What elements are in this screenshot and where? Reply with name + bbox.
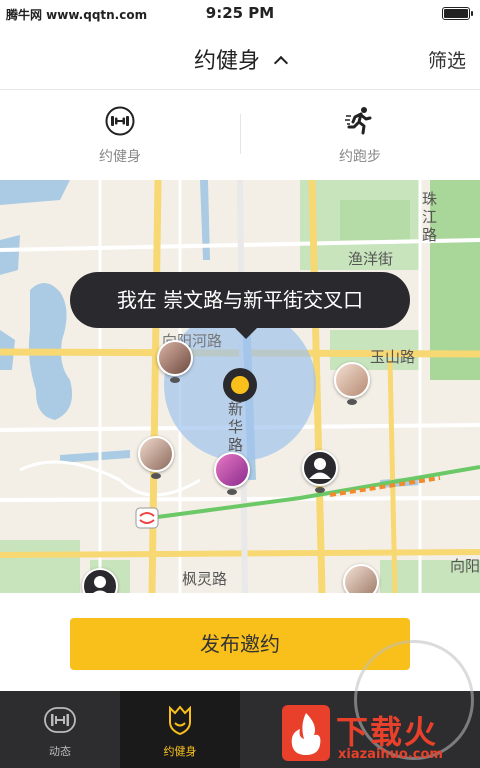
user-pin[interactable] bbox=[138, 436, 174, 482]
map-canvas bbox=[0, 180, 480, 593]
user-pin[interactable] bbox=[82, 568, 118, 593]
publish-invite-button[interactable]: 发布邀约 bbox=[70, 618, 410, 670]
dumbbell-icon bbox=[44, 707, 76, 733]
avatar bbox=[157, 340, 193, 376]
user-pin[interactable] bbox=[157, 340, 193, 386]
location-bubble: 我在 崇文路与新平街交叉口 bbox=[70, 272, 410, 339]
nav-title-dropdown[interactable]: 约健身 bbox=[0, 43, 480, 75]
road-label-xinhua: 新华路 bbox=[228, 400, 244, 454]
road-label-yuyang: 渔洋街 bbox=[348, 250, 394, 268]
shield-crown-icon bbox=[169, 705, 191, 735]
tab-fitness-label: 约健身 bbox=[163, 745, 197, 758]
map-view[interactable]: 珠江路 渔洋街 向阳河路 玉山路 新华路 枫灵路 向阳 我在 崇文路与新平街交叉… bbox=[0, 180, 480, 593]
status-bar: 腾牛网 www.qqtn.com 9:25 PM bbox=[0, 0, 480, 26]
filter-button[interactable]: 筛选 bbox=[428, 46, 466, 73]
road-label-xiangyang: 向阳 bbox=[450, 557, 480, 575]
page-title: 约健身 bbox=[193, 49, 260, 74]
avatar bbox=[214, 452, 250, 488]
user-pin[interactable] bbox=[334, 362, 370, 408]
mode-fitness-label: 约健身 bbox=[99, 149, 141, 165]
mode-fitness[interactable]: 约健身 bbox=[0, 90, 240, 180]
status-time: 9:25 PM bbox=[205, 4, 275, 22]
battery-icon bbox=[442, 7, 473, 20]
road-label-yushan: 玉山路 bbox=[370, 348, 416, 366]
watermark-logo-url: xiazaihuo.com bbox=[338, 747, 443, 762]
tab-fitness[interactable]: 约健身 bbox=[120, 691, 240, 768]
watermark-logo: 下载火 xiazaihuo.com bbox=[282, 705, 478, 765]
avatar bbox=[334, 362, 370, 398]
chevron-up-icon bbox=[273, 55, 289, 71]
dumbbell-icon bbox=[105, 106, 135, 136]
avatar bbox=[343, 564, 379, 593]
road-label-zhujiang: 珠江路 bbox=[422, 190, 438, 244]
default-avatar-icon bbox=[82, 568, 118, 593]
tab-feed-label: 动态 bbox=[49, 745, 71, 758]
road-label-fengling: 枫灵路 bbox=[182, 570, 228, 588]
mode-running[interactable]: 约跑步 bbox=[240, 90, 480, 180]
user-pin[interactable] bbox=[214, 452, 250, 498]
mode-running-label: 约跑步 bbox=[339, 149, 381, 165]
tab-feed[interactable]: 动态 bbox=[0, 691, 120, 768]
user-pin[interactable] bbox=[343, 564, 379, 593]
nav-bar: 约健身 筛选 bbox=[0, 26, 480, 90]
mode-selector: 约健身 约跑步 bbox=[0, 90, 480, 180]
default-avatar-icon bbox=[302, 450, 338, 486]
avatar bbox=[138, 436, 174, 472]
flame-icon bbox=[282, 705, 330, 761]
user-pin[interactable] bbox=[302, 450, 338, 496]
runner-icon bbox=[345, 107, 372, 135]
